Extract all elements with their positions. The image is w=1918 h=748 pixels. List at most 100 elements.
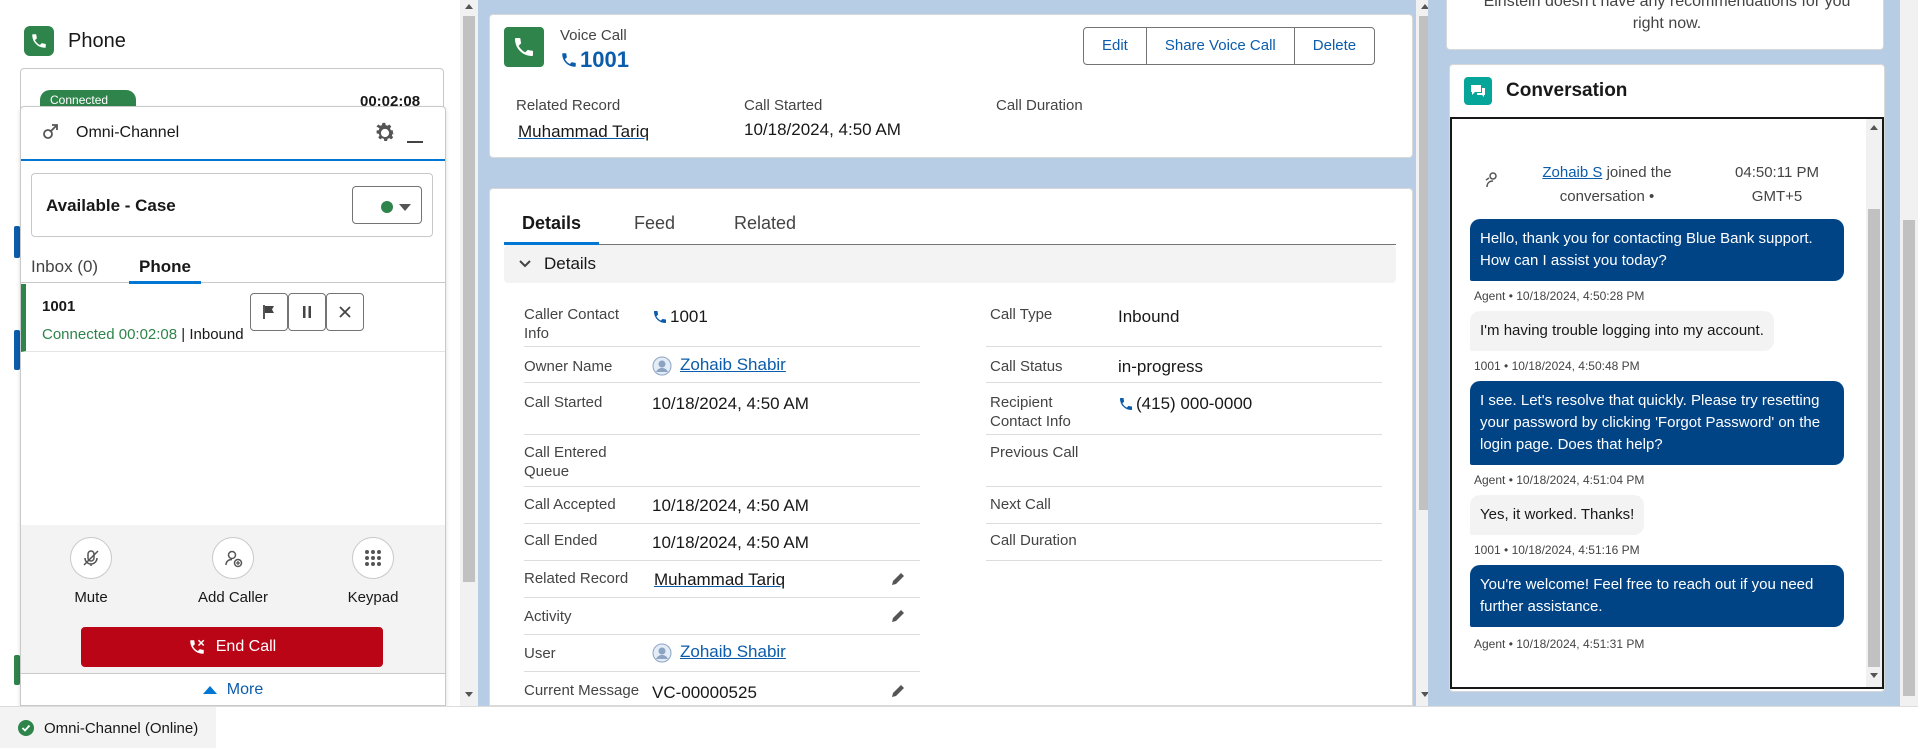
online-check-icon bbox=[18, 720, 34, 736]
field-label-caller-contact: Caller Contact Info bbox=[524, 306, 620, 342]
field-divider bbox=[986, 560, 1382, 561]
field-divider bbox=[986, 382, 1382, 383]
record-details-card: Details Feed Related Details Caller Cont… bbox=[489, 188, 1413, 706]
minimize-icon[interactable] bbox=[407, 141, 423, 143]
related-record-link[interactable]: Muhammad Tariq bbox=[654, 570, 785, 590]
user-link[interactable]: Zohaib Shabir bbox=[680, 642, 786, 661]
highlight-call-started-label: Call Started bbox=[744, 97, 823, 114]
keypad-icon[interactable] bbox=[352, 537, 394, 579]
tab-related[interactable]: Related bbox=[734, 213, 796, 234]
phone-icon bbox=[1118, 396, 1134, 412]
field-divider bbox=[986, 434, 1382, 435]
omni-channel-utility-item[interactable]: Omni-Channel (Online) bbox=[0, 707, 217, 748]
field-divider bbox=[986, 346, 1382, 347]
field-divider bbox=[986, 523, 1382, 524]
field-divider bbox=[524, 382, 920, 383]
scroll-down-arrow[interactable] bbox=[465, 692, 473, 697]
record-header-card: Voice Call 1001 Edit Share Voice Call De… bbox=[489, 14, 1413, 158]
field-call-ended: 10/18/2024, 4:50 AM bbox=[652, 533, 809, 552]
scroll-down-arrow[interactable] bbox=[1870, 673, 1878, 678]
delete-button[interactable]: Delete bbox=[1295, 28, 1374, 64]
agent-message: Hello, thank you for contacting Blue Ban… bbox=[1470, 219, 1844, 281]
field-label-recipient: Recipient Contact Info bbox=[990, 394, 1071, 430]
utility-panel-scrollbar[interactable] bbox=[1900, 0, 1918, 706]
active-work-item[interactable]: 1001 Connected 00:02:08 | Inbound bbox=[21, 284, 445, 352]
record-name: 1001 bbox=[560, 47, 629, 73]
owner-link[interactable]: Zohaib Shabir bbox=[680, 355, 786, 374]
message-meta: 1001 • 10/18/2024, 4:51:16 PM bbox=[1474, 543, 1640, 557]
close-work-item-button[interactable] bbox=[326, 293, 364, 331]
work-item-status: Connected 00:02:08 | Inbound bbox=[42, 326, 244, 343]
add-caller-icon[interactable] bbox=[212, 537, 254, 579]
field-label-call-status: Call Status bbox=[990, 358, 1063, 375]
einstein-empty-message: Einstein doesn't have any recommendation… bbox=[1483, 0, 1851, 32]
customer-message: I'm having trouble logging into my accou… bbox=[1470, 311, 1774, 351]
tab-inbox[interactable]: Inbox (0) bbox=[31, 257, 98, 277]
flag-button[interactable] bbox=[250, 293, 288, 331]
field-label-call-started: Call Started bbox=[524, 394, 603, 411]
more-label: More bbox=[226, 680, 264, 698]
tab-details[interactable]: Details bbox=[504, 213, 600, 245]
field-label-current-message: Current Message bbox=[524, 682, 640, 699]
agent-joined-icon bbox=[1484, 171, 1502, 189]
settings-gear-icon[interactable] bbox=[371, 119, 399, 147]
field-divider bbox=[986, 486, 1382, 487]
conversation-header: Conversation bbox=[1464, 77, 1627, 105]
record-name-text[interactable]: 1001 bbox=[580, 47, 629, 73]
chevron-down-icon bbox=[399, 204, 411, 211]
join-event-time: 04:50:11 PM GMT+5 bbox=[1735, 164, 1819, 205]
einstein-recommendations-card: Einstein doesn't have any recommendation… bbox=[1446, 0, 1884, 50]
avatar bbox=[652, 643, 672, 663]
hold-button[interactable] bbox=[288, 293, 326, 331]
add-caller-control[interactable]: Add Caller bbox=[183, 537, 283, 606]
field-label-user: User bbox=[524, 645, 556, 662]
end-call-icon bbox=[188, 638, 206, 656]
share-voice-call-button[interactable]: Share Voice Call bbox=[1147, 28, 1295, 64]
field-divider bbox=[524, 634, 920, 635]
mute-control[interactable]: Mute bbox=[41, 537, 141, 606]
join-agent-link[interactable]: Zohaib S bbox=[1542, 164, 1602, 181]
message-meta: Agent • 10/18/2024, 4:51:04 PM bbox=[1474, 473, 1645, 487]
presence-status-dropdown[interactable] bbox=[352, 186, 422, 224]
field-recipient: (415) 000-0000 bbox=[1118, 394, 1252, 414]
scrollbar-thumb[interactable] bbox=[1903, 220, 1915, 696]
field-call-status: in-progress bbox=[1118, 357, 1204, 376]
recipient-link[interactable]: (415) 000-0000 bbox=[1136, 394, 1252, 414]
field-label-owner: Owner Name bbox=[524, 358, 613, 375]
work-item-separator: | bbox=[177, 326, 190, 343]
end-call-button[interactable]: End Call bbox=[81, 627, 383, 667]
edit-pencil-icon[interactable] bbox=[890, 608, 906, 624]
field-label-call-ended: Call Ended bbox=[524, 532, 598, 549]
field-divider bbox=[524, 597, 920, 598]
flag-icon bbox=[261, 304, 277, 320]
presence-status-label: Available - Case bbox=[46, 196, 176, 215]
field-call-started: 10/18/2024, 4:50 AM bbox=[652, 394, 809, 413]
record-tabs: Details Feed Related bbox=[504, 201, 1396, 245]
scrollbar-thumb[interactable] bbox=[1868, 209, 1880, 667]
mute-icon[interactable] bbox=[70, 537, 112, 579]
tab-feed[interactable]: Feed bbox=[634, 213, 675, 234]
conversation-icon bbox=[1464, 77, 1492, 105]
mute-label: Mute bbox=[74, 589, 108, 606]
conversation-scrollbar[interactable] bbox=[1866, 119, 1882, 687]
scroll-up-arrow[interactable] bbox=[1870, 125, 1878, 130]
scrollbar-thumb[interactable] bbox=[463, 16, 475, 582]
edit-pencil-icon[interactable] bbox=[890, 571, 906, 587]
omni-channel-title: Omni-Channel bbox=[76, 124, 180, 141]
utility-bar: Omni-Channel (Online) bbox=[0, 706, 1918, 748]
keypad-control[interactable]: Keypad bbox=[323, 537, 423, 606]
field-divider bbox=[524, 560, 920, 561]
phone-icon bbox=[652, 309, 668, 325]
keypad-label: Keypad bbox=[347, 589, 399, 606]
left-panel-scrollbar[interactable] bbox=[460, 0, 478, 706]
tab-phone[interactable]: Phone bbox=[129, 257, 201, 284]
edit-button[interactable]: Edit bbox=[1084, 28, 1147, 64]
pause-icon bbox=[300, 304, 314, 320]
caller-contact-link[interactable]: 1001 bbox=[670, 307, 708, 327]
highlight-call-duration-label: Call Duration bbox=[996, 97, 1083, 114]
scroll-up-arrow[interactable] bbox=[465, 4, 473, 9]
highlight-related-record-link[interactable]: Muhammad Tariq bbox=[518, 122, 649, 142]
more-button[interactable]: More bbox=[21, 673, 445, 705]
details-section-header[interactable]: Details bbox=[504, 245, 1396, 283]
edit-pencil-icon[interactable] bbox=[890, 683, 906, 699]
